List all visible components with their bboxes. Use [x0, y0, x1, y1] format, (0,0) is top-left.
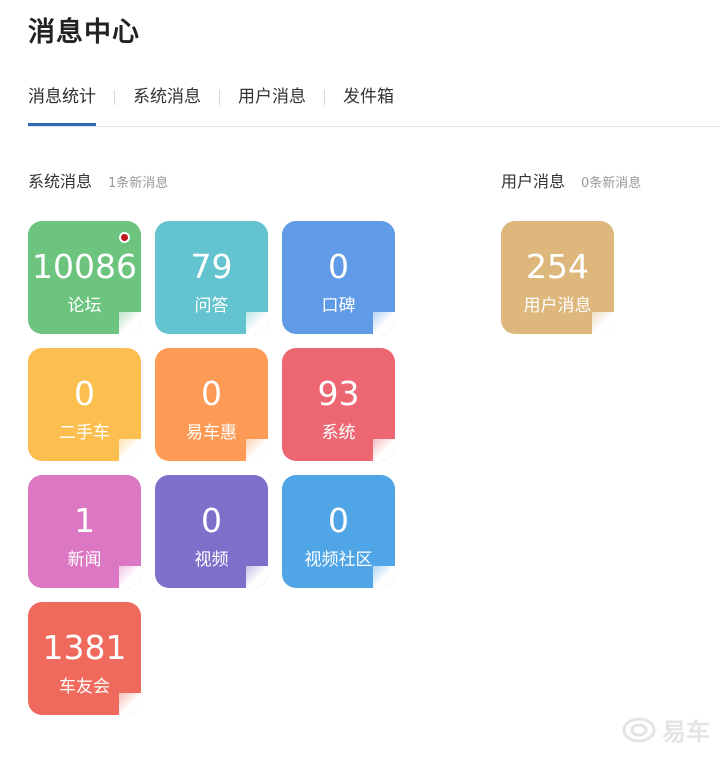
tab-bar: 消息统计 系统消息 用户消息 发件箱 — [28, 86, 394, 126]
page-curl-icon — [373, 312, 395, 334]
page-curl-icon — [373, 439, 395, 461]
watermark-text: 易车 — [662, 718, 710, 746]
user-section-title: 用户消息 — [501, 172, 566, 191]
tab-underline-divider — [28, 126, 720, 127]
tile-count: 1 — [74, 501, 95, 540]
tile-reviews[interactable]: 0 口碑 — [282, 221, 395, 334]
tile-count: 93 — [317, 374, 360, 413]
page-curl-icon — [119, 693, 141, 715]
tile-count: 0 — [74, 374, 95, 413]
page-curl-icon — [246, 439, 268, 461]
page-curl-icon — [246, 566, 268, 588]
tile-yichehui[interactable]: 0 易车惠 — [155, 348, 268, 461]
tile-news[interactable]: 1 新闻 — [28, 475, 141, 588]
user-section-header: 用户消息 0条新消息 — [501, 168, 641, 192]
tile-count: 0 — [201, 374, 222, 413]
tile-count: 0 — [328, 501, 349, 540]
tile-count: 254 — [526, 247, 589, 286]
system-section-title: 系统消息 — [28, 172, 93, 191]
tab-system-messages[interactable]: 系统消息 — [133, 86, 201, 126]
tile-video-community[interactable]: 0 视频社区 — [282, 475, 395, 588]
tile-forum[interactable]: 10086 论坛 — [28, 221, 141, 334]
tile-count: 0 — [201, 501, 222, 540]
tab-user-messages[interactable]: 用户消息 — [238, 86, 306, 126]
unread-dot-icon — [119, 232, 130, 243]
tile-used-cars[interactable]: 0 二手车 — [28, 348, 141, 461]
tile-system[interactable]: 93 系统 — [282, 348, 395, 461]
watermark-swirl-icon — [622, 717, 656, 742]
page-curl-icon — [592, 312, 614, 334]
tile-count: 79 — [190, 247, 233, 286]
page-title: 消息中心 — [28, 17, 140, 48]
page-curl-icon — [119, 312, 141, 334]
tile-user-messages[interactable]: 254 用户消息 — [501, 221, 614, 334]
tab-divider — [114, 90, 115, 105]
tile-count: 1381 — [42, 628, 127, 667]
tab-divider — [324, 90, 325, 105]
page-curl-icon — [373, 566, 395, 588]
page-curl-icon — [119, 566, 141, 588]
tile-video[interactable]: 0 视频 — [155, 475, 268, 588]
tab-message-stats[interactable]: 消息统计 — [28, 86, 96, 126]
tile-car-club[interactable]: 1381 车友会 — [28, 602, 141, 715]
page-curl-icon — [246, 312, 268, 334]
system-section-header: 系统消息 1条新消息 — [28, 168, 168, 192]
tab-divider — [219, 90, 220, 105]
tile-count: 0 — [328, 247, 349, 286]
tab-outbox[interactable]: 发件箱 — [343, 86, 394, 126]
watermark-logo: 易车 — [622, 712, 710, 747]
page-curl-icon — [119, 439, 141, 461]
system-new-count: 1条新消息 — [108, 176, 169, 191]
tile-count: 10086 — [32, 247, 137, 286]
user-new-count: 0条新消息 — [581, 176, 642, 191]
tile-qa[interactable]: 79 问答 — [155, 221, 268, 334]
